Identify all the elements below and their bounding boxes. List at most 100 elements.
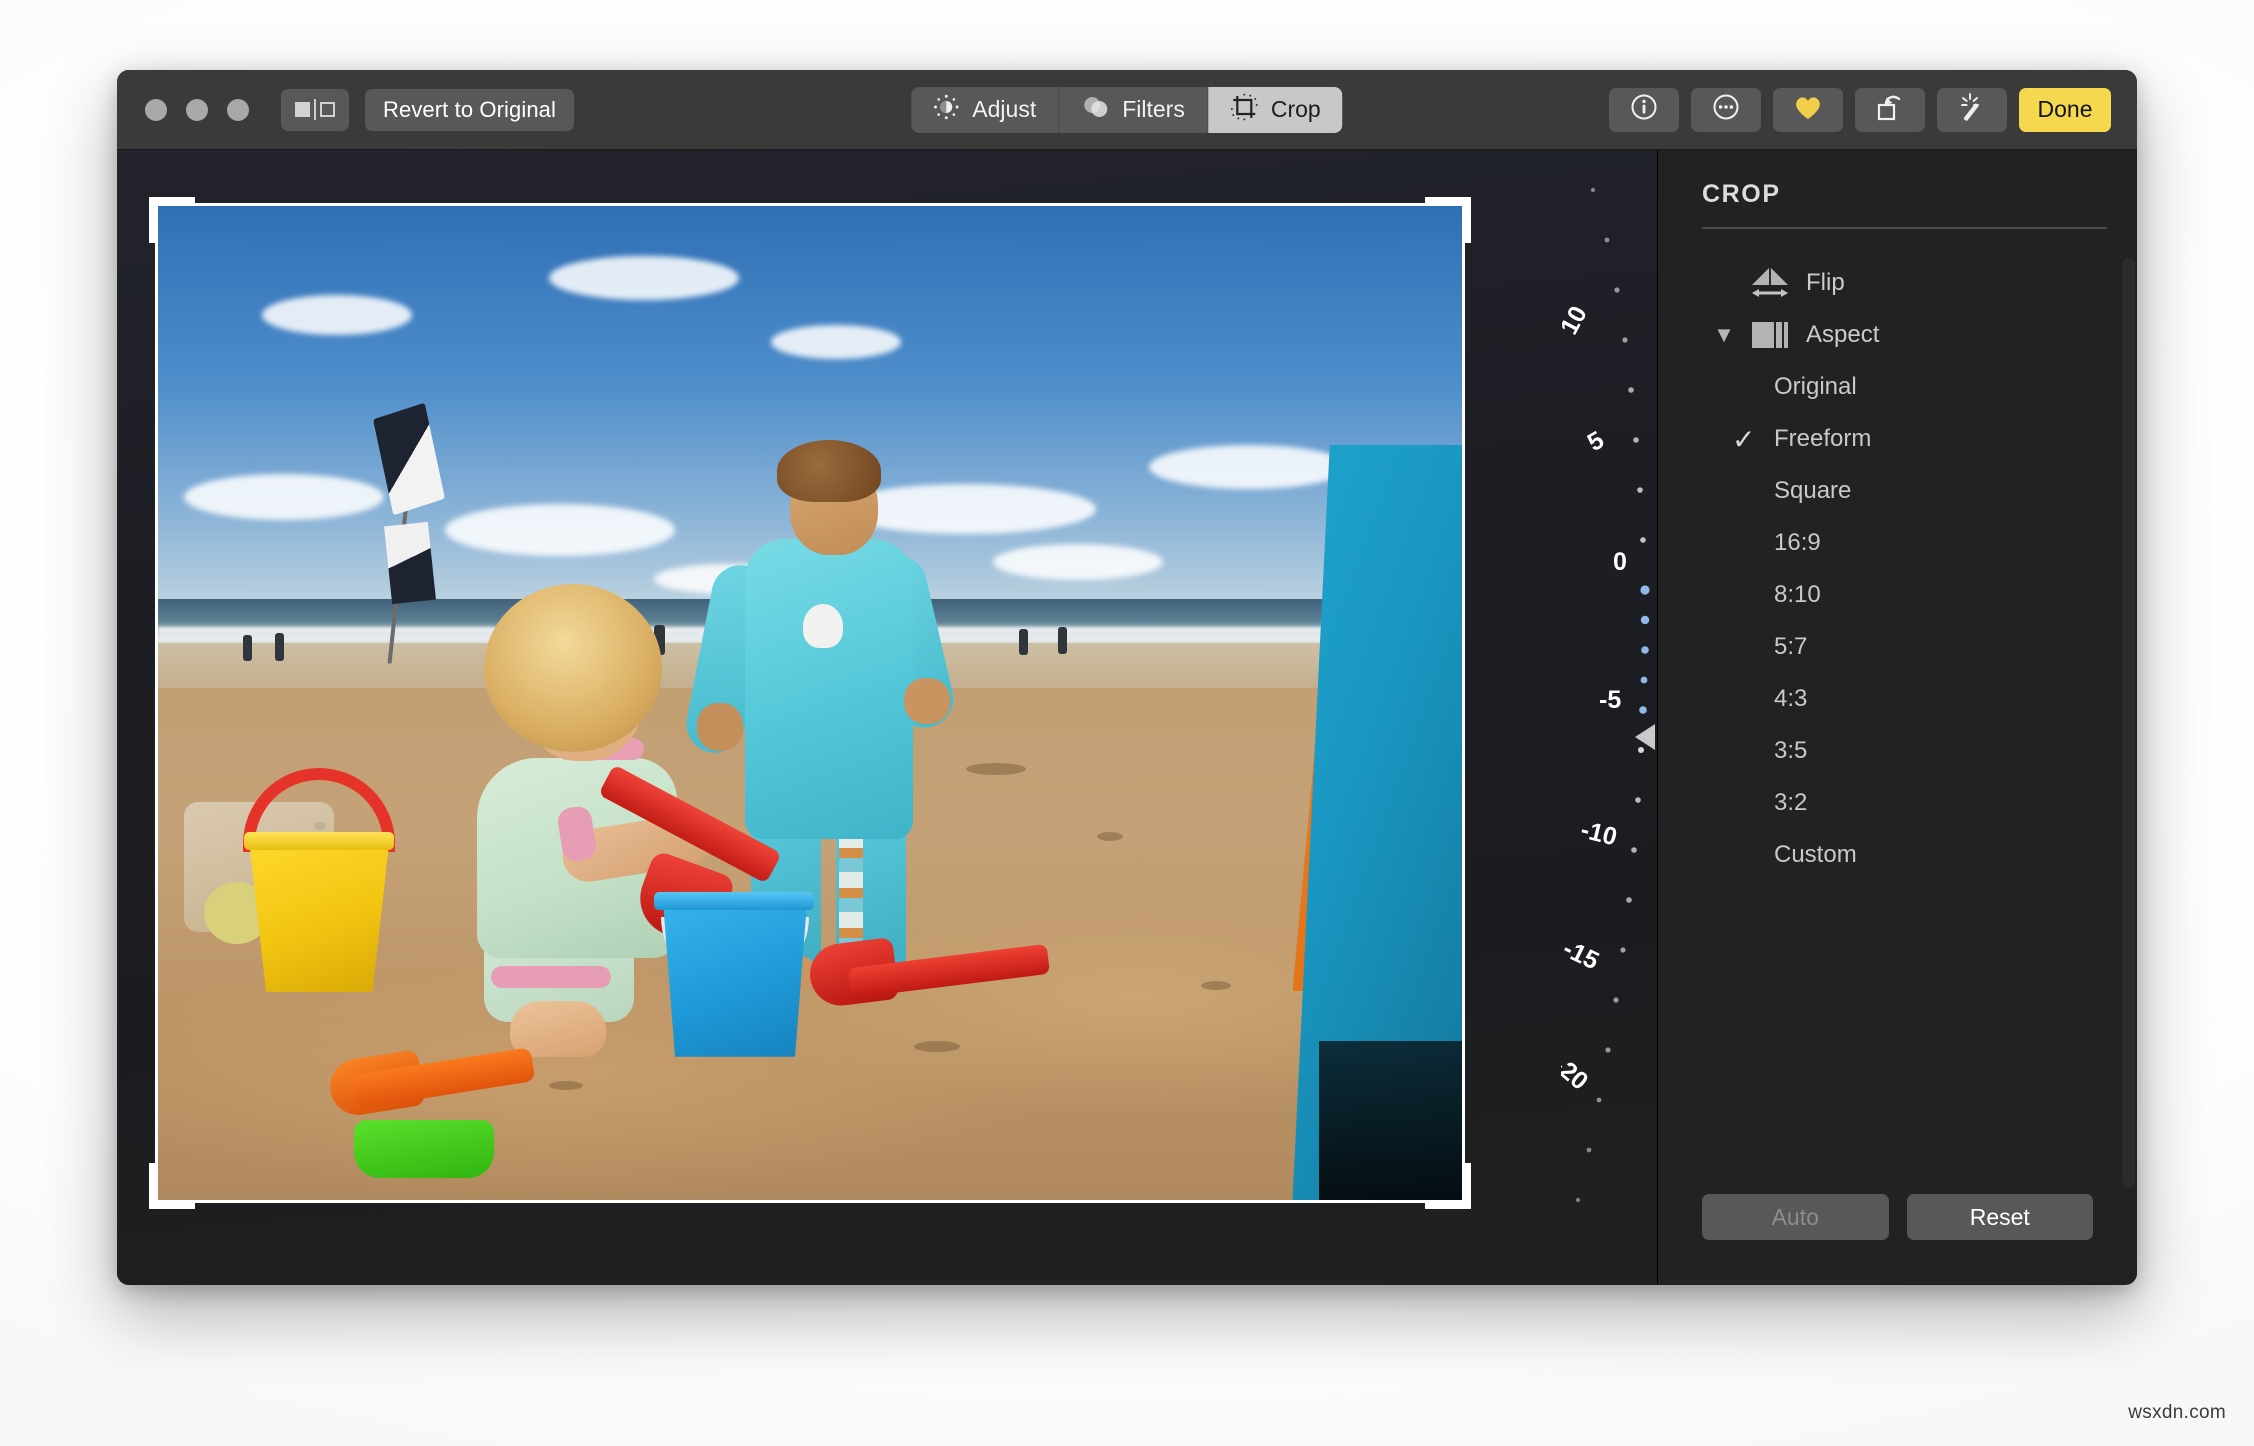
aspect-option-label: Square [1774, 477, 1852, 504]
cloud [992, 543, 1163, 580]
straighten-dial[interactable]: 10 5 0 -5 -10 -15 -20 [1561, 150, 1657, 1284]
info-circle-icon [1629, 92, 1659, 127]
yellow-bucket-rim [244, 832, 395, 851]
aspect-option-label: 16:9 [1774, 529, 1821, 556]
svg-text:5: 5 [1583, 426, 1609, 457]
magic-wand-icon [1956, 92, 1988, 127]
filters-circles-icon [1081, 94, 1109, 126]
favorite-button[interactable] [1773, 87, 1843, 132]
aspect-option-8-10[interactable]: 8:10 [1658, 569, 2137, 621]
crop-handle-bottom-left[interactable] [149, 1163, 195, 1209]
svg-text:-10: -10 [1578, 816, 1620, 852]
svg-text:-15: -15 [1561, 934, 1603, 975]
tab-filters-label: Filters [1122, 96, 1185, 122]
toddler-standing-hand-left [696, 703, 743, 751]
tab-adjust[interactable]: Adjust [911, 86, 1060, 133]
minimize-window-button[interactable] [186, 98, 208, 121]
more-button[interactable] [1691, 87, 1761, 132]
crop-icon [1230, 93, 1258, 127]
cloud [444, 504, 675, 557]
aspect-option-label: Custom [1774, 841, 1857, 868]
tab-adjust-label: Adjust [972, 96, 1037, 122]
aspect-option-16-9[interactable]: 16:9 [1658, 517, 2137, 569]
checkmark-icon: ✓ [1732, 423, 1756, 455]
photo-image [158, 206, 1462, 1200]
svg-text:10: 10 [1561, 301, 1593, 339]
distant-person [275, 633, 285, 662]
toolbar-right-actions: Done [1609, 87, 2111, 132]
sand-speck [914, 1040, 961, 1052]
aspect-option-5-7[interactable]: 5:7 [1658, 621, 2137, 673]
toddler-standing-body [744, 538, 913, 839]
chevron-down-icon[interactable]: ▼ [1702, 322, 1746, 348]
aspect-option-label: 3:5 [1774, 737, 1808, 764]
crop-options-list: Flip ▼ Aspect Original ✓ Freeform Square… [1658, 229, 2137, 881]
tab-filters[interactable]: Filters [1059, 86, 1208, 133]
green-sand-mould [353, 1120, 494, 1179]
aspect-row[interactable]: ▼ Aspect [1658, 309, 2137, 361]
done-button[interactable]: Done [2019, 87, 2111, 132]
revert-to-original-button[interactable]: Revert to Original [365, 88, 574, 131]
photo-canvas[interactable]: 10 5 0 -5 -10 -15 -20 [117, 150, 1657, 1284]
aspect-option-custom[interactable]: Custom [1658, 829, 2137, 881]
aspect-option-3-2[interactable]: 3:2 [1658, 777, 2137, 829]
brightness-icon [933, 94, 959, 126]
aspect-icon [1746, 316, 1794, 354]
yellow-castle-bucket [249, 842, 390, 993]
svg-text:-5: -5 [1599, 686, 1621, 714]
tab-crop[interactable]: Crop [1207, 86, 1343, 133]
aspect-option-label: 3:2 [1774, 789, 1808, 816]
aspect-option-label: 4:3 [1774, 685, 1808, 712]
distant-person [1057, 627, 1067, 655]
photos-editor-window: Revert to Original Adjust Filters Crop D… [117, 70, 2137, 1285]
sidebar-scrollbar[interactable] [2122, 258, 2135, 1188]
flip-row[interactable]: Flip [1658, 257, 2137, 309]
rotate-left-icon [1874, 92, 1906, 127]
window-body: 10 5 0 -5 -10 -15 -20 CROP Flip ▼ Aspect… [117, 150, 2137, 1284]
toddler-crouching-hair [484, 583, 662, 752]
close-window-button[interactable] [145, 98, 167, 121]
crop-handle-top-right[interactable] [1425, 197, 1471, 243]
crop-handle-top-left[interactable] [149, 197, 195, 243]
info-button[interactable] [1609, 87, 1679, 132]
auto-button[interactable]: Auto [1702, 1194, 1889, 1240]
cloud [1149, 444, 1350, 489]
distant-person [1018, 629, 1028, 656]
aspect-option-label: Original [1774, 373, 1857, 400]
blue-bucket-rim [653, 891, 814, 910]
crop-handle-bottom-right[interactable] [1425, 1163, 1471, 1209]
aspect-option-4-3[interactable]: 4:3 [1658, 673, 2137, 725]
aspect-option-square[interactable]: Square [1658, 465, 2137, 517]
sidebar-footer: Auto Reset [1658, 1194, 2137, 1284]
window-toolbar: Revert to Original Adjust Filters Crop D… [117, 70, 2137, 150]
traffic-lights [145, 98, 249, 121]
flip-label: Flip [1806, 269, 1845, 296]
panel-title: CROP [1702, 180, 1781, 208]
zoom-window-button[interactable] [227, 98, 249, 121]
toddler-standing-hair [777, 439, 882, 502]
aspect-label: Aspect [1806, 321, 1880, 348]
checkered-flag-lower [383, 521, 436, 605]
aspect-option-freeform[interactable]: ✓ Freeform [1658, 413, 2137, 465]
rotate-button[interactable] [1855, 87, 1925, 132]
sand-speck [966, 762, 1027, 775]
cloud [770, 325, 901, 360]
flip-horizontal-icon [1746, 263, 1794, 303]
watermark: wsxdn.com [2128, 1402, 2226, 1423]
aspect-option-label: 5:7 [1774, 633, 1808, 660]
svg-text:0: 0 [1613, 548, 1627, 576]
straighten-pointer [1635, 723, 1655, 750]
crop-frame[interactable] [149, 197, 1471, 1209]
distant-person [242, 635, 252, 662]
reset-button[interactable]: Reset [1906, 1194, 2093, 1240]
toddler-crouching-leg-cuff [490, 966, 611, 989]
svg-text:-20: -20 [1561, 1051, 1593, 1096]
compare-split-icon [295, 99, 335, 120]
aspect-option-label: 8:10 [1774, 581, 1821, 608]
blue-bucket [663, 901, 808, 1057]
aspect-option-3-5[interactable]: 3:5 [1658, 725, 2137, 777]
compare-original-button[interactable] [281, 88, 349, 131]
enhance-button[interactable] [1937, 87, 2007, 132]
toddler-standing-hand-right [903, 678, 950, 725]
aspect-option-original[interactable]: Original [1658, 361, 2137, 413]
